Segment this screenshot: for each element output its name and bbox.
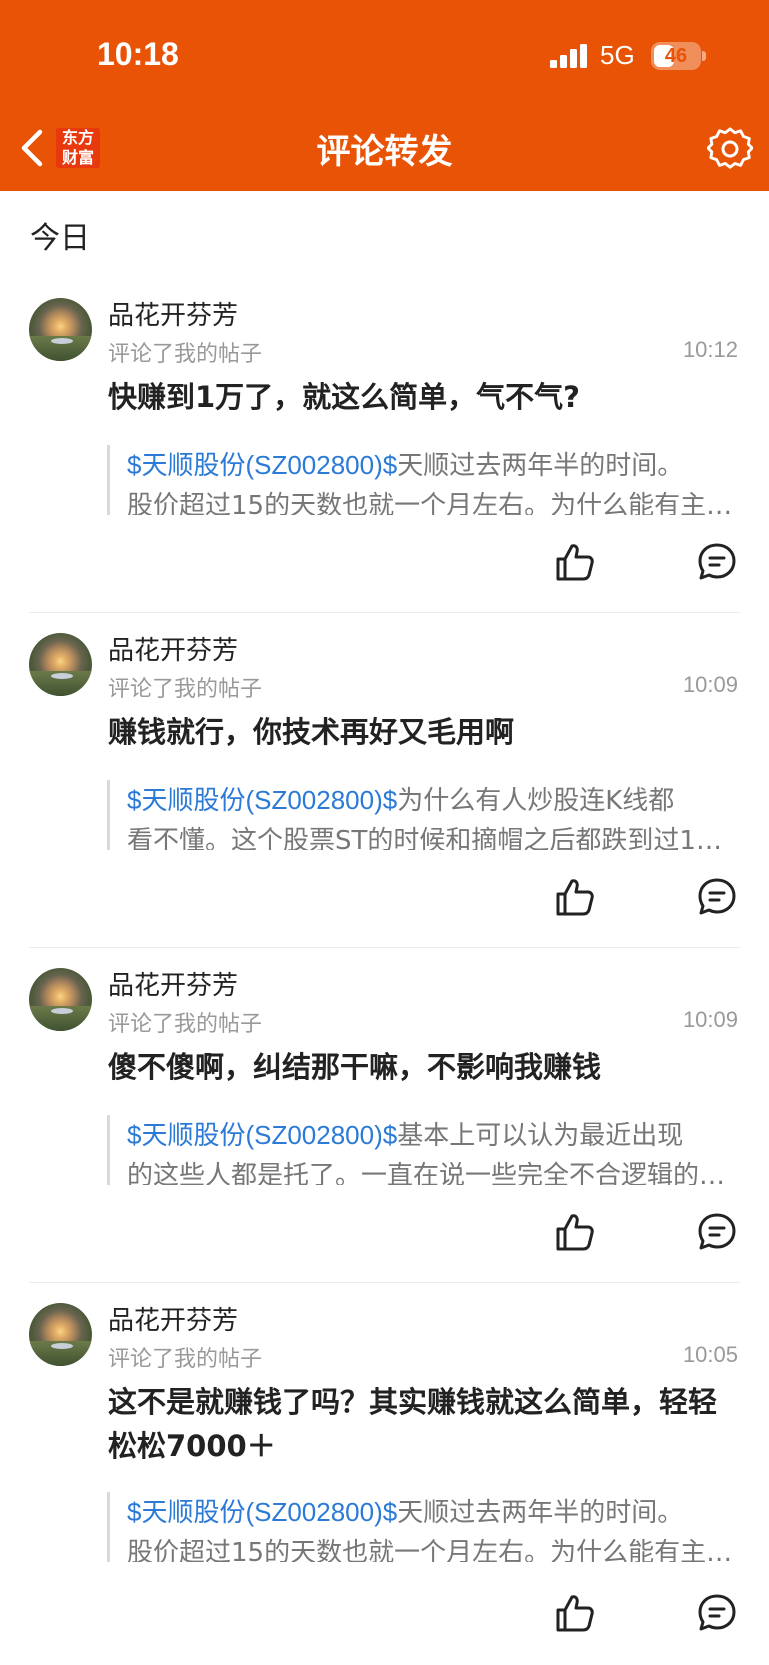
app-header: 10:18 5G 46 东方 财富 评论转发 bbox=[0, 0, 769, 191]
action-label: 评论了我的帖子 bbox=[108, 342, 263, 367]
status-time: 10:18 bbox=[97, 36, 179, 72]
battery-icon: 46 bbox=[651, 42, 701, 70]
comment-text: 傻不傻啊，纠结那干嘛，不影响我赚钱 bbox=[108, 1050, 602, 1084]
page-title: 评论转发 bbox=[316, 132, 453, 172]
stock-link[interactable]: $天顺股份(SZ002800)$ bbox=[127, 785, 397, 815]
divider bbox=[29, 947, 740, 948]
comment-bubble-icon[interactable] bbox=[697, 877, 737, 917]
stock-link[interactable]: $天顺股份(SZ002800)$ bbox=[127, 1120, 397, 1150]
user-name[interactable]: 品花开芬芳 bbox=[108, 630, 238, 667]
quote-line-1-text: 天顺过去两年半的时间。 bbox=[397, 1498, 684, 1528]
thumbs-up-icon[interactable] bbox=[555, 542, 595, 582]
battery-percent: 46 bbox=[664, 45, 688, 67]
battery-tip bbox=[702, 51, 706, 61]
quote-line-1: $天顺股份(SZ002800)$基本上可以认为最近出现 bbox=[127, 1115, 737, 1156]
user-name[interactable]: 品花开芬芳 bbox=[108, 1300, 238, 1337]
quoted-post[interactable]: $天顺股份(SZ002800)$基本上可以认为最近出现 的这些人都是托了。一直在… bbox=[107, 1115, 737, 1185]
gear-icon[interactable] bbox=[707, 126, 753, 172]
comment-bubble-icon[interactable] bbox=[697, 1212, 737, 1252]
quote-line-1-text: 天顺过去两年半的时间。 bbox=[397, 451, 684, 481]
user-name[interactable]: 品花开芬芳 bbox=[108, 965, 238, 1002]
timestamp: 10:09 bbox=[682, 672, 738, 697]
comment-bubble-icon[interactable] bbox=[697, 542, 737, 582]
stock-link[interactable]: $天顺股份(SZ002800)$ bbox=[127, 1497, 397, 1527]
divider bbox=[29, 612, 740, 613]
quoted-post[interactable]: $天顺股份(SZ002800)$天顺过去两年半的时间。 股价超过15的天数也就一… bbox=[107, 1492, 737, 1562]
timestamp: 10:05 bbox=[682, 1342, 738, 1367]
quote-line-2: 的这些人都是托了。一直在说一些完全不合逻辑的话来误导 bbox=[127, 1161, 737, 1185]
action-label: 评论了我的帖子 bbox=[108, 1012, 263, 1037]
signal-strength-icon bbox=[550, 44, 587, 68]
quote-line-1-text: 基本上可以认为最近出现 bbox=[397, 1121, 684, 1151]
avatar[interactable] bbox=[29, 968, 92, 1031]
stock-link[interactable]: $天顺股份(SZ002800)$ bbox=[127, 450, 397, 480]
quote-line-2: 股价超过15的天数也就一个月左右。为什么能有主力持股 1亿1千万 bbox=[127, 1538, 737, 1562]
timestamp: 10:12 bbox=[682, 337, 738, 362]
action-label: 评论了我的帖子 bbox=[108, 677, 263, 702]
user-name[interactable]: 品花开芬芳 bbox=[108, 295, 238, 332]
quote-line-1: $天顺股份(SZ002800)$天顺过去两年半的时间。 bbox=[127, 1492, 737, 1533]
timestamp: 10:09 bbox=[682, 1007, 738, 1032]
comment-text: 这不是就赚钱了吗？其实赚钱就这么简单，轻轻松松7000＋ bbox=[108, 1385, 718, 1463]
quote-line-2: 股价超过15的天数也就一个月左右。为什么能有主力持股 1亿1千万 bbox=[127, 491, 737, 515]
quote-line-1: $天顺股份(SZ002800)$为什么有人炒股连K线都 bbox=[127, 780, 737, 821]
avatar[interactable] bbox=[29, 298, 92, 361]
network-type: 5G bbox=[600, 40, 635, 70]
quoted-post[interactable]: $天顺股份(SZ002800)$天顺过去两年半的时间。 股价超过15的天数也就一… bbox=[107, 445, 737, 515]
section-title-today: 今日 bbox=[30, 221, 90, 256]
comment-text: 快赚到1万了，就这么简单，气不气? bbox=[108, 380, 581, 414]
comment-bubble-icon[interactable] bbox=[697, 1593, 737, 1633]
action-label: 评论了我的帖子 bbox=[108, 1347, 263, 1372]
thumbs-up-icon[interactable] bbox=[555, 1212, 595, 1252]
thumbs-up-icon[interactable] bbox=[555, 877, 595, 917]
avatar[interactable] bbox=[29, 633, 92, 696]
quote-line-1-text: 为什么有人炒股连K线都 bbox=[397, 786, 675, 816]
divider bbox=[29, 1282, 740, 1283]
thumbs-up-icon[interactable] bbox=[555, 1593, 595, 1633]
quote-line-1: $天顺股份(SZ002800)$天顺过去两年半的时间。 bbox=[127, 445, 737, 486]
avatar[interactable] bbox=[29, 1303, 92, 1366]
quoted-post[interactable]: $天顺股份(SZ002800)$为什么有人炒股连K线都 看不懂。这个股票ST的时… bbox=[107, 780, 737, 850]
comment-text: 赚钱就行，你技术再好又毛用啊 bbox=[108, 715, 515, 749]
quote-line-2: 看不懂。这个股票ST的时候和摘帽之后都跌到过10元以下 bbox=[127, 826, 737, 850]
